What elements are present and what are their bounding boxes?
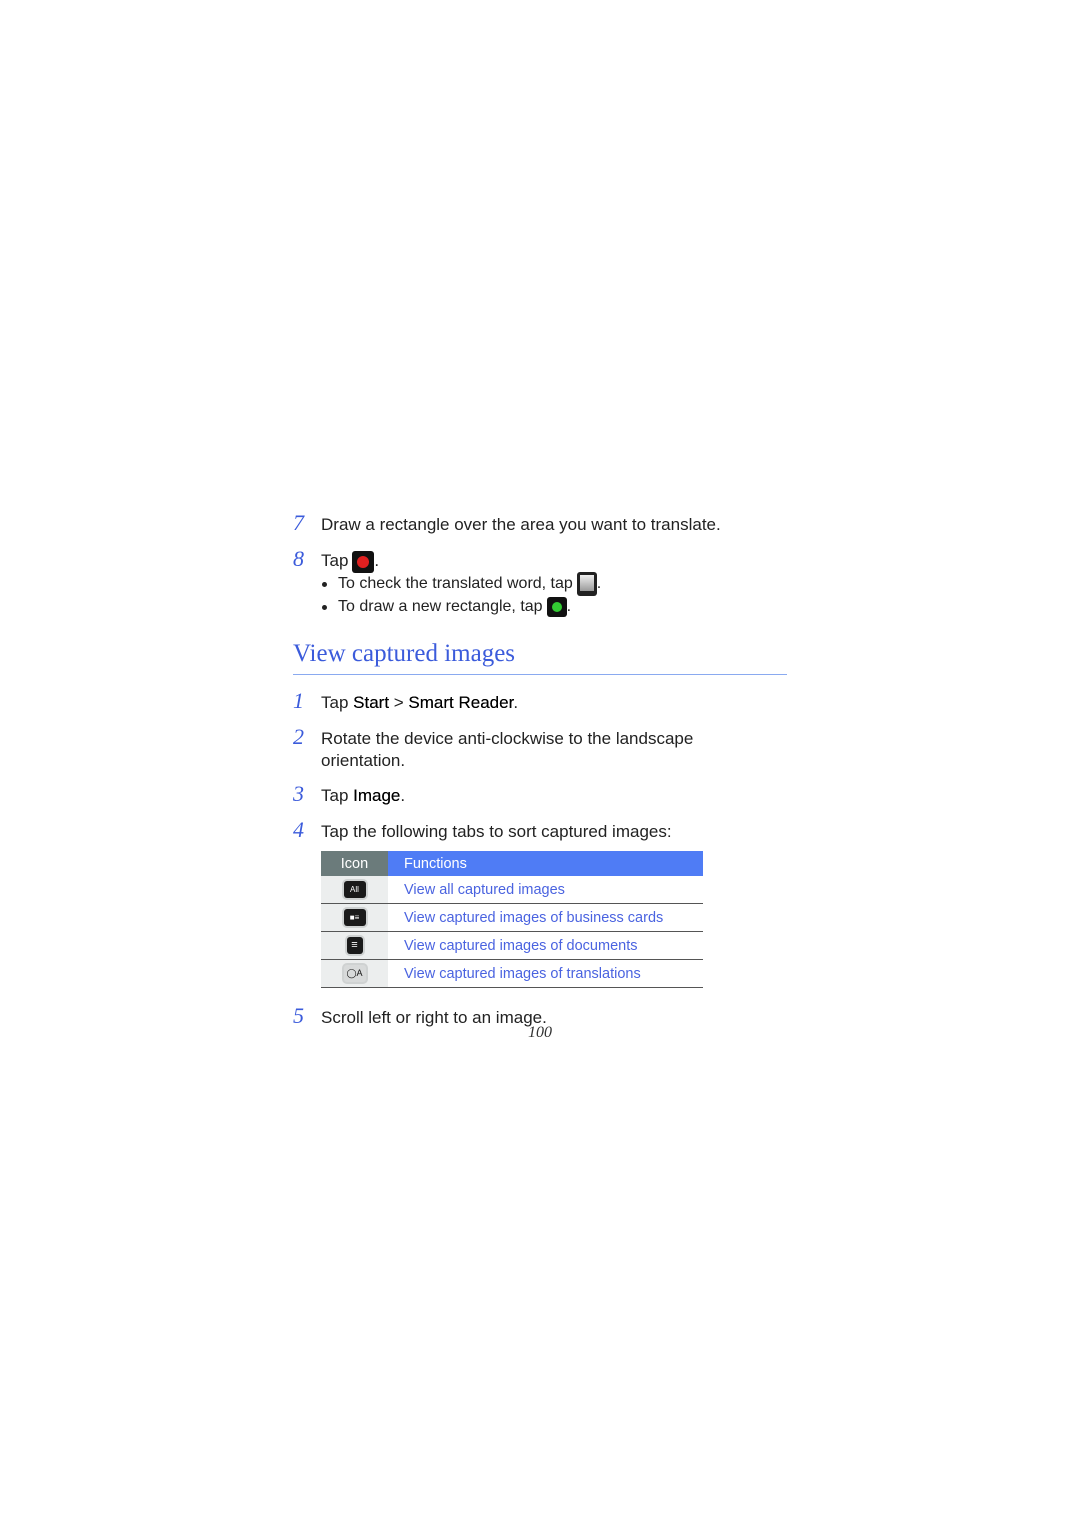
period: . [596, 575, 602, 592]
text-line-2: orientation. [321, 751, 406, 770]
step-2: 2 Rotate the device anti-clockwise to th… [293, 724, 693, 772]
step-8: 8 Tap. [293, 546, 379, 573]
step-3: 3 Tap Image. [293, 781, 405, 807]
step-number: 3 [293, 781, 304, 806]
step-7: 7 Draw a rectangle over the area you wan… [293, 510, 721, 536]
function-text: View captured images of documents [388, 931, 703, 960]
heading-divider [293, 674, 787, 675]
business-cards-tab-icon: ■≡ [343, 909, 366, 926]
translations-tab-icon: ◯A [343, 965, 366, 982]
table-row: ◯A View captured images of translations [321, 959, 703, 988]
separator: > [389, 693, 409, 712]
step-number: 2 [293, 724, 304, 749]
record-button-icon [352, 550, 375, 573]
bullet-check-translation: To check the translated word, tap . [322, 572, 601, 596]
period: . [374, 551, 380, 570]
step-number: 1 [293, 688, 304, 713]
step-number: 4 [293, 817, 304, 842]
menu-smart-reader: Smart Reader [408, 693, 514, 712]
step-text: Rotate the device anti-clockwise to the … [321, 728, 693, 772]
menu-start: Start [353, 693, 390, 712]
bullet-dot [322, 581, 327, 587]
step-4: 4 Tap the following tabs to sort capture… [293, 817, 672, 843]
bullet-text: To check the translated word, tap [338, 575, 573, 592]
step-text: Tap. [321, 550, 379, 573]
step-text: Tap Image. [321, 785, 405, 807]
bullet-dot [322, 604, 327, 610]
page-number: 100 [528, 1024, 552, 1041]
period: . [513, 693, 519, 712]
period: . [566, 598, 572, 615]
tabs-function-table: Icon Functions All View all captured ima… [321, 851, 703, 988]
step-text: Draw a rectangle over the area you want … [321, 515, 721, 534]
bullet-text: To draw a new rectangle, tap [338, 598, 543, 615]
period: . [400, 786, 406, 805]
function-text: View captured images of business cards [388, 903, 703, 932]
text: Tap [321, 693, 354, 712]
bullet-new-rectangle: To draw a new rectangle, tap . [322, 597, 571, 617]
table-row: ≡ View captured images of documents [321, 931, 703, 960]
new-rectangle-icon [546, 597, 567, 617]
header-functions: Functions [388, 851, 703, 876]
tap-label: Tap [321, 551, 349, 570]
step-5: 5 Scroll left or right to an image. [293, 1003, 547, 1029]
table-header-row: Icon Functions [321, 851, 703, 876]
section-title: View captured images [293, 640, 516, 667]
menu-image: Image [353, 786, 401, 805]
table-row: ■≡ View captured images of business card… [321, 903, 703, 932]
table-row: All View all captured images [321, 876, 703, 904]
documents-tab-icon: ≡ [346, 937, 363, 954]
step-1: 1 Tap Start > Smart Reader. [293, 688, 518, 714]
step-text: Scroll left or right to an image. [321, 1008, 547, 1027]
translated-word-icon [576, 572, 597, 596]
step-number: 5 [293, 1003, 304, 1028]
step-text: Tap Start > Smart Reader. [321, 692, 518, 714]
text-line-1: Rotate the device anti-clockwise to the … [321, 729, 694, 748]
step-number: 8 [293, 546, 304, 571]
all-images-tab-icon: All [343, 881, 366, 898]
step-text: Tap the following tabs to sort captured … [321, 822, 672, 841]
function-text: View all captured images [388, 876, 703, 904]
header-icon: Icon [321, 851, 388, 876]
step-number: 7 [293, 510, 304, 535]
function-text: View captured images of translations [388, 959, 703, 988]
text: Tap [321, 786, 354, 805]
